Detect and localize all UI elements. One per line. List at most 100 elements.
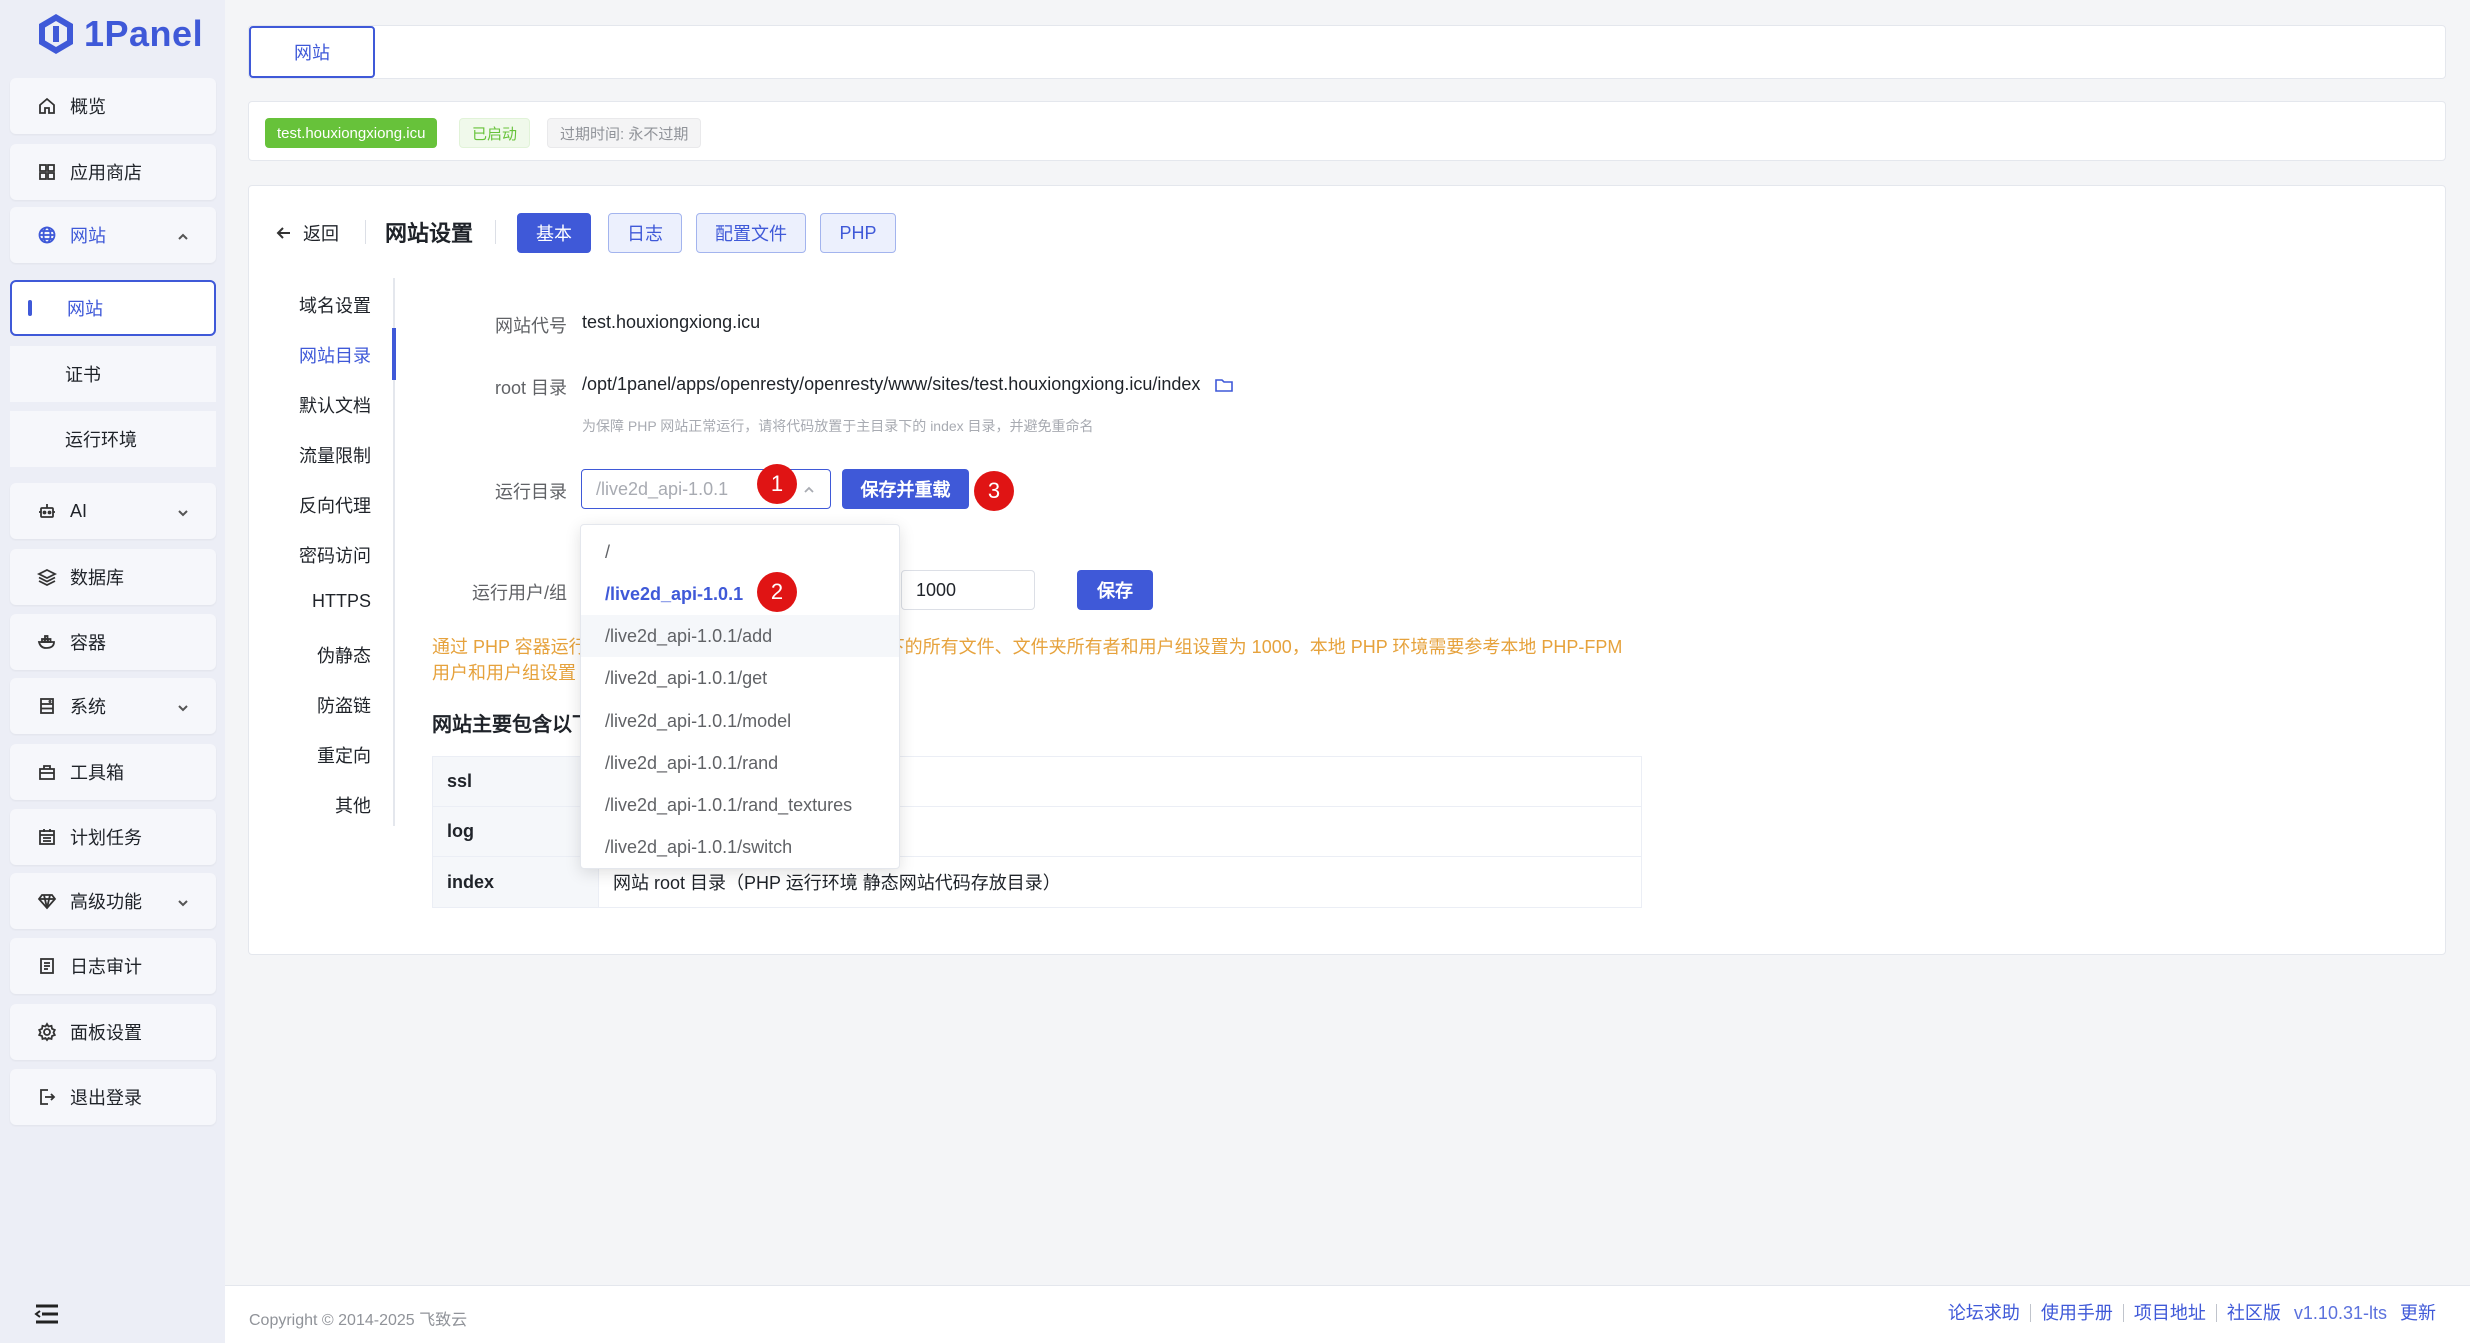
leftnav-site-dir[interactable]: 网站目录 <box>249 342 371 368</box>
arrow-left-icon <box>276 227 290 239</box>
leftnav-rewrite[interactable]: 伪静态 <box>249 642 371 668</box>
root-dir-label: root 目录 <box>494 378 567 398</box>
sidebar-item-label: 系统 <box>70 697 106 717</box>
run-dir-label: 运行目录 <box>495 482 567 502</box>
run-dir-dropdown: / /live2d_api-1.0.1 /live2d_api-1.0.1/ad… <box>580 524 900 869</box>
table-key: log <box>433 807 599 856</box>
sidebar-item-overview[interactable]: 概览 <box>10 78 216 134</box>
footer-link-manual[interactable]: 使用手册 <box>2031 1304 2124 1322</box>
leftnav-default-doc[interactable]: 默认文档 <box>249 392 371 418</box>
leftnav-rate-limit[interactable]: 流量限制 <box>249 442 371 468</box>
website-status-bar: test.houxiongxiong.icu 已启动 过期时间: 永不过期 <box>248 101 2446 161</box>
sidebar-subitem-label: 网站 <box>67 299 103 319</box>
leftnav-domain[interactable]: 域名设置 <box>249 292 371 318</box>
sidebar-item-label: 退出登录 <box>70 1088 142 1108</box>
gear-icon <box>36 1021 58 1043</box>
leftnav-https[interactable]: HTTPS <box>249 591 371 612</box>
dropdown-option[interactable]: /live2d_api-1.0.1/rand <box>581 742 899 784</box>
dropdown-option[interactable]: / <box>581 531 899 573</box>
dropdown-option-selected[interactable]: /live2d_api-1.0.1 <box>581 573 899 615</box>
tab-websites[interactable]: 网站 <box>249 26 375 78</box>
sidebar-item-cron[interactable]: 计划任务 <box>10 809 216 865</box>
back-button[interactable]: 返回 <box>275 220 339 246</box>
footer-link-forum[interactable]: 论坛求助 <box>1938 1304 2031 1322</box>
sidebar-item-label: 网站 <box>70 226 106 246</box>
tab-logs[interactable]: 日志 <box>608 213 682 253</box>
sidebar-item-advanced[interactable]: 高级功能 <box>10 873 216 929</box>
sidebar-subitem-label: 运行环境 <box>65 430 137 450</box>
chevron-down-icon <box>176 894 190 908</box>
leftnav-active-indicator <box>392 328 396 380</box>
sidebar: 1Panel 概览 应用商店 网站 网站 证书 运行环境 AI 数据库 容器 系… <box>0 0 225 1343</box>
divider <box>365 220 366 244</box>
globe-icon <box>36 224 58 246</box>
sidebar-subitem-runtime[interactable]: 运行环境 <box>10 411 216 467</box>
sidebar-item-system[interactable]: 系统 <box>10 678 216 734</box>
tab-php[interactable]: PHP <box>820 213 896 253</box>
dropdown-option[interactable]: /live2d_api-1.0.1/model <box>581 700 899 742</box>
tab-basic[interactable]: 基本 <box>517 213 591 253</box>
sidebar-item-label: 容器 <box>70 633 106 653</box>
leftnav-reverse-proxy[interactable]: 反向代理 <box>249 492 371 518</box>
update-link[interactable]: 更新 <box>2400 1303 2436 1323</box>
logo-icon <box>39 14 73 54</box>
chevron-down-icon <box>176 699 190 713</box>
dropdown-option[interactable]: /live2d_api-1.0.1/switch <box>581 826 899 868</box>
sidebar-item-label: 应用商店 <box>70 163 142 183</box>
sidebar-item-label: 日志审计 <box>70 957 142 977</box>
calendar-icon <box>36 826 58 848</box>
leftnav-other[interactable]: 其他 <box>249 792 371 818</box>
save-reload-button[interactable]: 保存并重载 <box>842 469 969 509</box>
table-key: ssl <box>433 757 599 806</box>
leftnav-redirect[interactable]: 重定向 <box>249 742 371 768</box>
chevron-up-icon <box>176 228 190 242</box>
chevron-down-icon <box>176 504 190 518</box>
run-dir-select-value: /live2d_api-1.0.1 <box>596 478 729 499</box>
logo[interactable]: 1Panel <box>36 12 203 56</box>
sidebar-item-ai[interactable]: AI <box>10 483 216 539</box>
sidebar-item-label: 概览 <box>70 97 106 117</box>
tab-config-file[interactable]: 配置文件 <box>696 213 806 253</box>
sidebar-item-logout[interactable]: 退出登录 <box>10 1069 216 1125</box>
sidebar-item-log-audit[interactable]: 日志审计 <box>10 938 216 994</box>
save-button[interactable]: 保存 <box>1077 570 1153 610</box>
dropdown-option[interactable]: /live2d_api-1.0.1/add <box>581 615 899 657</box>
section-title: 网站主要包含以下 <box>432 714 592 736</box>
sidebar-item-app-store[interactable]: 应用商店 <box>10 144 216 200</box>
sidebar-item-label: 高级功能 <box>70 892 142 912</box>
expire-badge: 过期时间: 永不过期 <box>547 118 702 148</box>
home-icon <box>36 95 58 117</box>
run-group-input[interactable]: 1000 <box>901 570 1035 610</box>
back-label: 返回 <box>303 224 339 244</box>
annotation-marker-3: 3 <box>974 471 1014 511</box>
folder-icon[interactable] <box>1215 377 1234 393</box>
dropdown-option[interactable]: /live2d_api-1.0.1/get <box>581 657 899 699</box>
sidebar-subitem-websites[interactable]: 网站 <box>10 280 216 336</box>
sidebar-item-websites[interactable]: 网站 <box>10 207 216 263</box>
sidebar-subitem-label: 证书 <box>65 365 101 385</box>
dropdown-option[interactable]: /live2d_api-1.0.1/rand_textures <box>581 784 899 826</box>
toolbox-icon <box>36 761 58 783</box>
edition-label: 社区版 <box>2226 1303 2281 1323</box>
sidebar-item-panel-settings[interactable]: 面板设置 <box>10 1004 216 1060</box>
run-user-label: 运行用户/组 <box>471 583 567 603</box>
sidebar-item-label: 数据库 <box>70 568 124 588</box>
sidebar-item-label: AI <box>70 500 88 521</box>
page-title: 网站设置 <box>385 221 474 246</box>
menu-collapse-icon[interactable] <box>34 1303 60 1325</box>
footer-link-project[interactable]: 项目地址 <box>2124 1304 2217 1322</box>
leftnav-password-access[interactable]: 密码访问 <box>249 542 371 568</box>
sidebar-item-containers[interactable]: 容器 <box>10 614 216 670</box>
sidebar-subitem-certificates[interactable]: 证书 <box>10 346 216 402</box>
logout-icon <box>36 1086 58 1108</box>
site-code-label: 网站代号 <box>495 316 567 336</box>
leftnav-hotlink[interactable]: 防盗链 <box>249 692 371 718</box>
diamond-icon <box>36 890 58 912</box>
table-key: index <box>433 857 599 907</box>
sidebar-item-label: 计划任务 <box>70 828 142 848</box>
sidebar-item-label: 工具箱 <box>70 763 124 783</box>
sidebar-item-toolbox[interactable]: 工具箱 <box>10 744 216 800</box>
version-label: v1.10.31-lts <box>2293 1303 2387 1323</box>
database-icon <box>36 566 58 588</box>
sidebar-item-database[interactable]: 数据库 <box>10 549 216 605</box>
